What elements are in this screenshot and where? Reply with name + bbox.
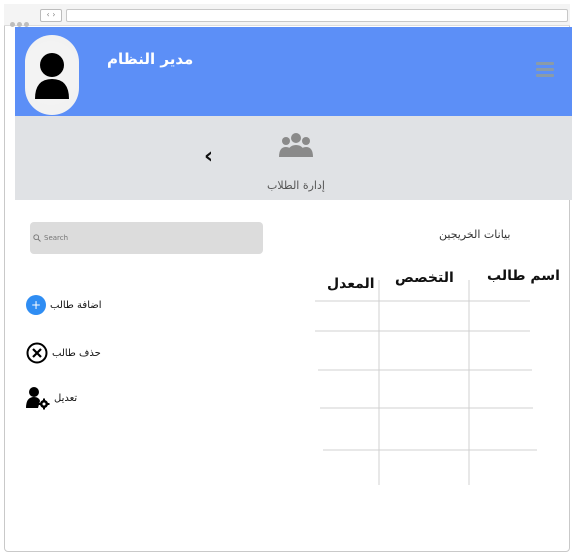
plus-circle-icon[interactable]: +: [26, 295, 46, 315]
search-input[interactable]: [30, 222, 263, 254]
hamburger-menu-icon[interactable]: [536, 62, 554, 80]
graduates-title: بيانات الخريجين: [439, 228, 511, 241]
users-group-icon[interactable]: [279, 132, 313, 158]
graduates-table: [315, 280, 537, 485]
search-icon: [33, 234, 41, 242]
section-toolbar: ‹ إدارة الطلاب: [15, 116, 572, 200]
address-bar[interactable]: [66, 9, 568, 22]
app-header: مدير النظام: [15, 27, 572, 116]
edit-student-label[interactable]: تعديل: [54, 393, 77, 404]
admin-title: مدير النظام: [107, 50, 194, 68]
user-avatar-icon: [35, 53, 69, 99]
x-circle-icon[interactable]: [26, 342, 48, 364]
add-student-label[interactable]: اضافة طالب: [50, 300, 102, 311]
browser-nav-buttons[interactable]: ‹ ›: [40, 9, 62, 22]
students-management-label[interactable]: إدارة الطلاب: [267, 179, 325, 192]
browser-toolbar: ‹ ›: [4, 4, 570, 27]
back-arrow-button[interactable]: ‹: [204, 146, 213, 168]
delete-student-action[interactable]: حذف طالب: [26, 342, 101, 364]
add-student-action[interactable]: + اضافة طالب: [26, 295, 102, 315]
edit-student-action[interactable]: تعديل: [26, 386, 77, 410]
avatar[interactable]: [25, 35, 79, 115]
user-gear-icon[interactable]: [26, 386, 50, 410]
delete-student-label[interactable]: حذف طالب: [52, 348, 101, 359]
